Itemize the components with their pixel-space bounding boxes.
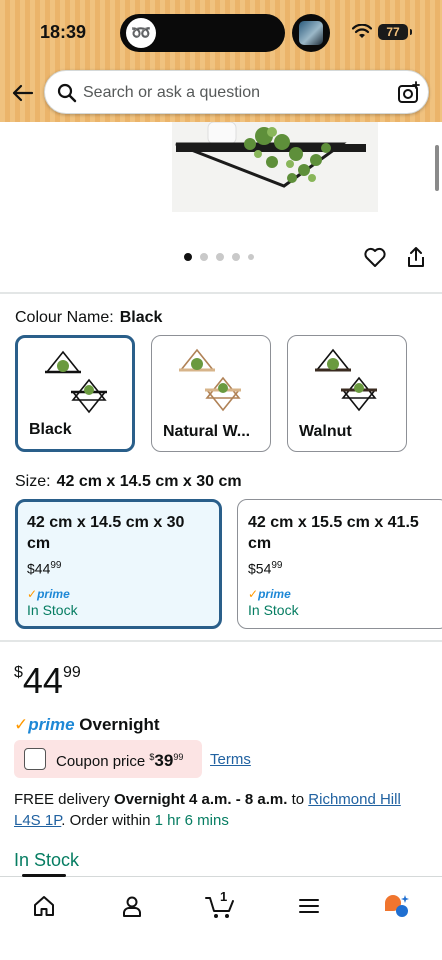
dynamic-island: ➿ bbox=[120, 14, 285, 52]
home-icon bbox=[34, 896, 54, 916]
search-bar[interactable] bbox=[44, 70, 429, 114]
size-option-price-whole: 54 bbox=[255, 560, 272, 577]
back-arrow-icon[interactable] bbox=[10, 80, 36, 106]
nav-account[interactable] bbox=[117, 891, 147, 921]
size-option-price-whole: 44 bbox=[34, 560, 51, 577]
swatch-image-walnut bbox=[315, 348, 377, 412]
camera-search-icon[interactable] bbox=[397, 81, 421, 105]
cart-count-badge: 1 bbox=[220, 889, 228, 904]
prime-overnight-badge: ✓prime Overnight bbox=[14, 715, 160, 734]
coupon-row[interactable]: Coupon price $3999 bbox=[14, 740, 202, 778]
size-option-price-currency: $ bbox=[27, 560, 35, 577]
live-activity-icon bbox=[292, 14, 330, 52]
search-icon bbox=[57, 83, 77, 103]
size-option-42x15.5x41.5[interactable]: 42 cm x 15.5 cm x 41.5 cm $5499 ✓prime I… bbox=[237, 499, 442, 629]
nav-rufus[interactable] bbox=[382, 891, 412, 921]
colour-option-natural-wood[interactable]: Natural W... bbox=[151, 335, 271, 452]
colour-label: Colour Name: Black bbox=[15, 309, 162, 327]
size-option-stock: In Stock bbox=[248, 601, 299, 618]
app-activity-icon: ➿ bbox=[126, 18, 156, 48]
price-fraction: 99 bbox=[62, 664, 81, 681]
pagination-dot bbox=[184, 253, 192, 261]
pagination-dot bbox=[248, 254, 254, 260]
colour-selected-value: Black bbox=[119, 309, 163, 326]
active-tab-indicator bbox=[22, 874, 66, 877]
size-selected-value: 42 cm x 14.5 cm x 30 cm bbox=[56, 473, 242, 490]
delivery-info: FREE delivery Overnight 4 a.m. - 8 a.m. … bbox=[14, 791, 401, 829]
image-pagination-dots bbox=[184, 253, 254, 261]
availability-status: In Stock bbox=[14, 850, 80, 870]
section-divider bbox=[0, 292, 442, 294]
prime-delivery-label: Overnight bbox=[79, 715, 160, 734]
colour-label-text: Colour Name: bbox=[15, 309, 114, 326]
size-option-42x14.5x30[interactable]: 42 cm x 14.5 cm x 30 cm $4499 ✓prime In … bbox=[15, 499, 222, 629]
swatch-image-natural-wood bbox=[179, 348, 241, 412]
size-option-price: $5499 bbox=[248, 560, 438, 577]
status-time: 18:39 bbox=[40, 22, 87, 42]
search-input[interactable] bbox=[83, 82, 383, 104]
wifi-icon bbox=[352, 24, 372, 38]
price-whole: 44 bbox=[22, 660, 63, 701]
battery-indicator: 77 bbox=[378, 24, 412, 40]
colour-option-label: Black bbox=[29, 421, 72, 438]
colour-option-label: Walnut bbox=[299, 423, 352, 440]
nav-menu[interactable] bbox=[294, 891, 324, 921]
app-header: 18:39 ➿ 77 bbox=[0, 0, 442, 122]
price-currency: $ bbox=[14, 664, 23, 681]
size-label: Size: 42 cm x 14.5 cm x 30 cm bbox=[15, 473, 242, 491]
size-option-price-fraction: 99 bbox=[271, 560, 283, 571]
size-option-price-fraction: 99 bbox=[50, 560, 62, 571]
pagination-dot bbox=[216, 253, 224, 261]
delivery-countdown: 1 hr 6 mins bbox=[154, 812, 229, 829]
size-option-price: $4499 bbox=[27, 560, 210, 577]
size-option-stock: In Stock bbox=[27, 601, 78, 618]
size-label-text: Size: bbox=[15, 473, 51, 490]
pagination-dot bbox=[232, 253, 240, 261]
coupon-text: Coupon price $3999 bbox=[56, 751, 184, 770]
size-option-price-currency: $ bbox=[248, 560, 256, 577]
product-price: $4499 bbox=[14, 660, 81, 702]
colour-option-walnut[interactable]: Walnut bbox=[287, 335, 407, 452]
colour-option-black[interactable]: Black bbox=[15, 335, 135, 452]
share-icon[interactable] bbox=[404, 245, 428, 269]
heart-icon[interactable] bbox=[363, 245, 387, 269]
size-option-title: 42 cm x 15.5 cm x 41.5 cm bbox=[248, 514, 419, 552]
prime-logo: prime bbox=[28, 715, 75, 734]
size-option-title: 42 cm x 14.5 cm x 30 cm bbox=[27, 514, 185, 552]
account-icon bbox=[123, 896, 141, 917]
prime-badge: ✓prime bbox=[27, 586, 70, 601]
colour-option-label: Natural W... bbox=[163, 423, 251, 440]
pagination-dot bbox=[200, 253, 208, 261]
rufus-icon bbox=[385, 895, 409, 917]
swatch-image-black bbox=[45, 350, 107, 414]
coupon-checkbox[interactable] bbox=[24, 748, 46, 770]
scroll-indicator bbox=[435, 145, 439, 191]
menu-icon bbox=[299, 899, 319, 913]
section-divider bbox=[0, 640, 442, 642]
prime-badge: ✓prime bbox=[248, 586, 291, 601]
product-image[interactable] bbox=[172, 122, 378, 212]
coupon-terms-link[interactable]: Terms bbox=[210, 751, 251, 768]
nav-home[interactable] bbox=[29, 891, 59, 921]
